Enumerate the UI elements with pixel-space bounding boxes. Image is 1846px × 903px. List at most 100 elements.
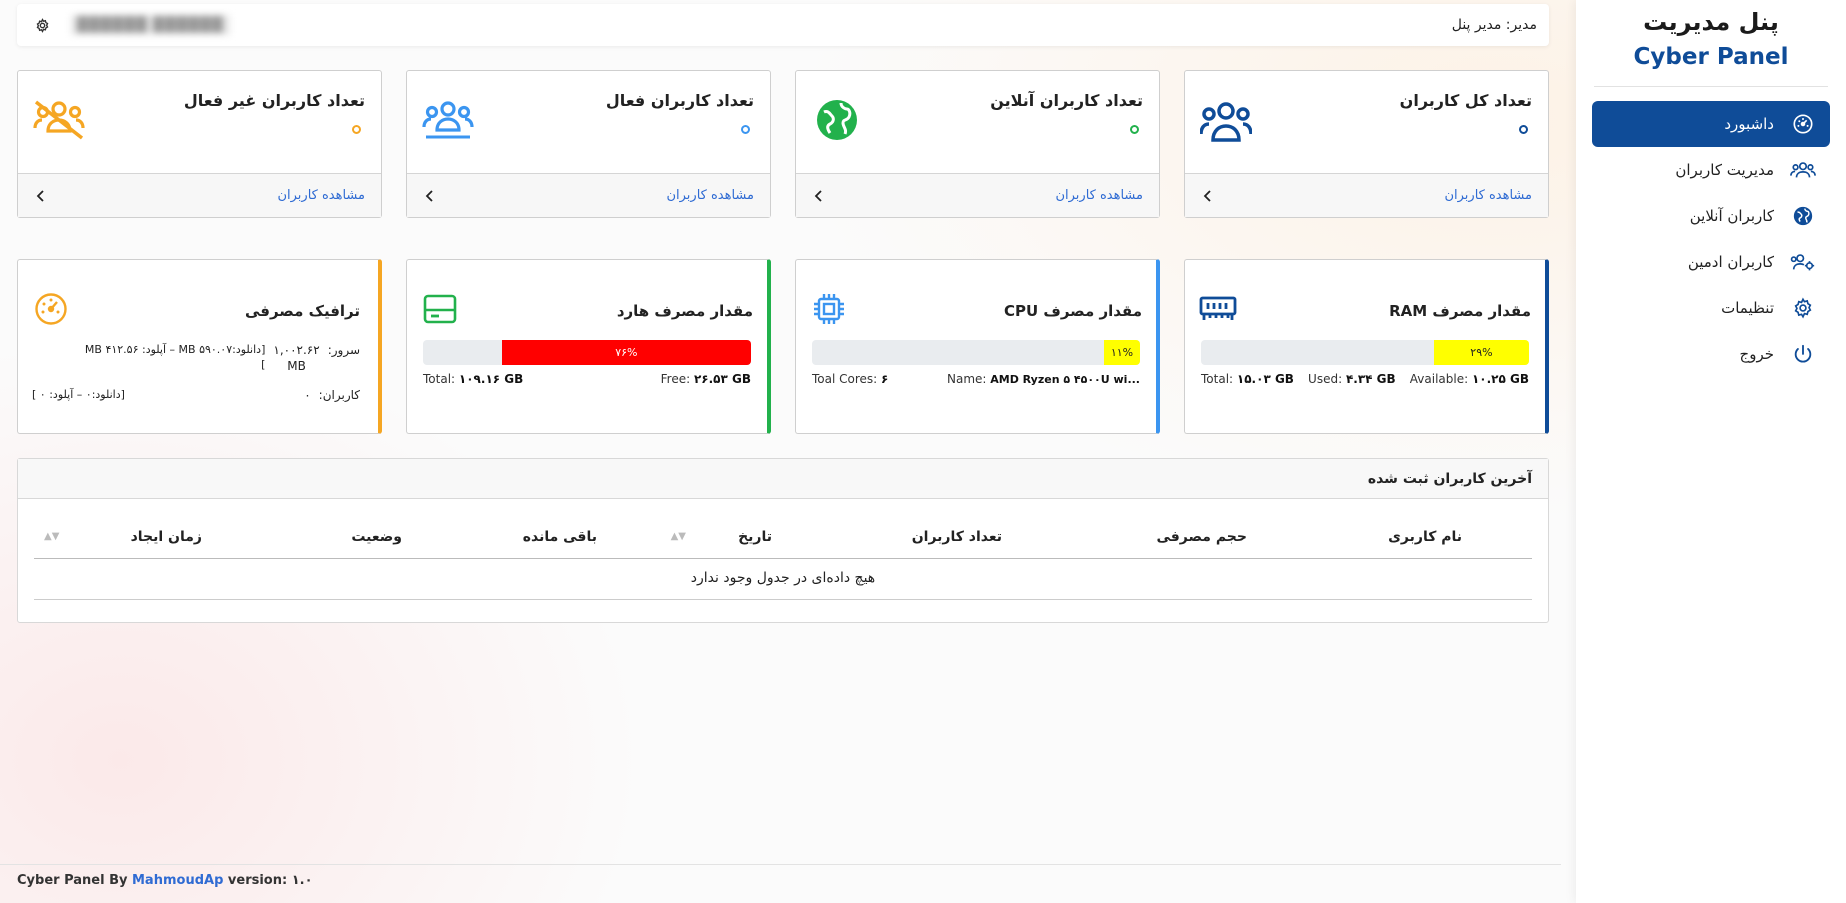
globe-icon (1790, 203, 1816, 229)
cpu-name: Name: AMD Ryzen ۵ ۴۵۰۰U wi... (946, 372, 1140, 386)
chevron-left-icon[interactable] (34, 189, 48, 203)
card-online-users: تعداد کاربران آنلاین مشاهده کاربران (795, 70, 1160, 218)
speedometer-icon (32, 291, 70, 327)
ram-total: Total: ۱۵.۰۳ GB (1201, 372, 1294, 386)
brand-subtitle: Cyber Panel (1633, 44, 1789, 70)
col-username[interactable]: نام کاربری (1388, 529, 1462, 545)
count-indicator (741, 125, 750, 134)
sidebar-item-users[interactable]: مدیریت کاربران (1592, 147, 1830, 193)
sidebar-item-label: تنظیمات (1721, 299, 1774, 317)
table-header: نام کاربری حجم مصرفی تعداد کاربران تاریخ… (34, 529, 1532, 559)
ram-available: Available: ۱۰.۲۵ GB (1409, 372, 1529, 386)
view-users-link[interactable]: مشاهده کاربران (1444, 188, 1532, 203)
memory-icon (1199, 291, 1237, 327)
traffic-server-value: ۱,۰۰۲.۶۲ (273, 343, 320, 357)
sidebar-item-dashboard[interactable]: داشبورد (1592, 101, 1830, 147)
ram-usage-card: مقدار مصرف RAM ۲۹% Total: ۱۵.۰۳ GB Used:… (1184, 259, 1549, 434)
users-active-icon (421, 97, 475, 143)
users-icon (1790, 157, 1816, 183)
settings-gear-icon[interactable] (31, 14, 53, 36)
power-icon (1790, 341, 1816, 367)
users-group-icon (1199, 97, 1253, 143)
col-status[interactable]: وضعیت (351, 529, 402, 545)
col-user-count[interactable]: تعداد کاربران (912, 529, 1002, 545)
footer: Cyber Panel By MahmoudAp version: ۱.۰ (17, 873, 313, 888)
sort-icon[interactable]: ▲▼ (671, 531, 686, 542)
ram-stats-row: Total: ۱۵.۰۳ GB Used: ۴.۳۴ GB Available:… (1201, 372, 1529, 386)
traffic-server-unit: MB (287, 359, 306, 373)
cpu-title: مقدار مصرف CPU (1004, 302, 1142, 320)
latest-users-panel: آخرین کاربران ثبت شده نام کاربری حجم مصر… (17, 458, 1549, 623)
disk-total: Total: ۱۰۹.۱۶ GB (423, 372, 524, 386)
sidebar-item-label: خروج (1739, 345, 1774, 363)
card-title: تعداد کاربران غیر فعال (183, 91, 365, 110)
disk-title: مقدار مصرف هارد (616, 302, 753, 320)
chevron-left-icon[interactable] (812, 189, 826, 203)
col-created-time[interactable]: زمان ایجاد (131, 529, 202, 545)
chevron-left-icon[interactable] (423, 189, 437, 203)
sidebar-item-admin-users[interactable]: کاربران ادمین (1592, 239, 1830, 285)
col-date[interactable]: تاریخ (738, 529, 772, 545)
count-indicator (1519, 125, 1528, 134)
sidebar-item-label: مدیریت کاربران (1675, 161, 1774, 179)
card-title: تعداد کل کاربران (1399, 91, 1532, 110)
cpu-percent: ۱۱% (1110, 346, 1134, 359)
users-slash-icon (32, 97, 86, 143)
panel-title: آخرین کاربران ثبت شده (18, 459, 1548, 499)
traffic-title: ترافیک مصرفی (244, 302, 360, 320)
dashboard-icon (1790, 111, 1816, 137)
col-usage[interactable]: حجم مصرفی (1156, 529, 1247, 545)
ram-progress-fill: ۲۹% (1433, 340, 1529, 365)
sidebar-item-label: داشبورد (1724, 115, 1774, 133)
author-link[interactable]: MahmoudAp (132, 873, 223, 888)
traffic-users-detail: [دانلود:۰ – آپلود: ۰ ] (32, 388, 125, 401)
brand-divider (1594, 86, 1828, 87)
card-active-users: تعداد کاربران فعال مشاهده کاربران (406, 70, 771, 218)
chevron-left-icon[interactable] (1201, 189, 1215, 203)
sidebar-item-online-users[interactable]: کاربران آنلاین (1592, 193, 1830, 239)
admin-label: مدیر: مدیر پنل (1451, 17, 1537, 33)
traffic-server-detail: [دانلود:MB ۵۹۰.۰۷ – آپلود: ۴۱۲.۵۶ MB (84, 343, 266, 356)
ram-progress-bar: ۲۹% (1201, 340, 1529, 365)
col-remaining[interactable]: باقی مانده (523, 529, 597, 545)
sidebar-item-label: کاربران ادمین (1687, 253, 1774, 271)
disk-progress-bar: ۷۶% (423, 340, 751, 365)
card-inactive-users: تعداد کاربران غیر فعال مشاهده کاربران (17, 70, 382, 218)
view-users-link[interactable]: مشاهده کاربران (1055, 188, 1143, 203)
cpu-usage-card: مقدار مصرف CPU ۱۱% Toal Cores: ۶ Name: A… (795, 259, 1160, 434)
globe-icon (810, 97, 864, 143)
sidebar: پنل مدیریت Cyber Panel داشبورد مدیریت کا… (1576, 0, 1846, 903)
traffic-users-line: کاربران: ۰ [دانلود:۰ – آپلود: ۰ ] (32, 388, 360, 402)
sort-icon[interactable]: ▲▼ (44, 531, 59, 542)
cpu-cores: Toal Cores: ۶ (812, 372, 889, 386)
ram-title: مقدار مصرف RAM (1389, 302, 1531, 320)
card-total-users: تعداد کل کاربران مشاهده کاربران (1184, 70, 1549, 218)
admin-users-icon (1790, 249, 1816, 275)
footer-divider (0, 864, 1561, 865)
sidebar-item-label: کاربران آنلاین (1689, 207, 1774, 225)
ram-percent: ۲۹% (1470, 346, 1493, 359)
view-users-link[interactable]: مشاهده کاربران (666, 188, 754, 203)
sidebar-item-settings[interactable]: تنظیمات (1592, 285, 1830, 331)
gear-icon (1790, 295, 1816, 321)
traffic-users-value: ۰ (304, 388, 311, 402)
disk-stats-row: Total: ۱۰۹.۱۶ GB Free: ۲۶.۵۳ GB (423, 372, 751, 386)
ram-used: Used: ۴.۳۴ GB (1308, 372, 1396, 386)
redacted-username: ██████ ██████ (71, 15, 230, 35)
view-users-link[interactable]: مشاهده کاربران (277, 188, 365, 203)
count-indicator (352, 125, 361, 134)
footer-prefix: Cyber Panel By (17, 873, 128, 888)
traffic-server-line: سرور: ۱,۰۰۲.۶۲ MB [دانلود:MB ۵۹۰.۰۷ – آپ… (84, 343, 360, 373)
cpu-chip-icon (810, 291, 848, 327)
sidebar-item-logout[interactable]: خروج (1592, 331, 1830, 377)
cpu-progress-bar: ۱۱% (812, 340, 1140, 365)
cpu-progress-fill: ۱۱% (1103, 340, 1140, 365)
disk-progress-fill: ۷۶% (501, 340, 751, 365)
topbar: ██████ ██████ مدیر: مدیر پنل (17, 4, 1549, 46)
card-title: تعداد کاربران فعال (605, 91, 754, 110)
count-indicator (1130, 125, 1139, 134)
traffic-usage-card: ترافیک مصرفی سرور: ۱,۰۰۲.۶۲ MB [دانلود:M… (17, 259, 382, 434)
footer-version: version: ۱.۰ (227, 873, 313, 888)
card-title: تعداد کاربران آنلاین (990, 91, 1143, 110)
brand-title: پنل مدیریت (1643, 8, 1779, 36)
